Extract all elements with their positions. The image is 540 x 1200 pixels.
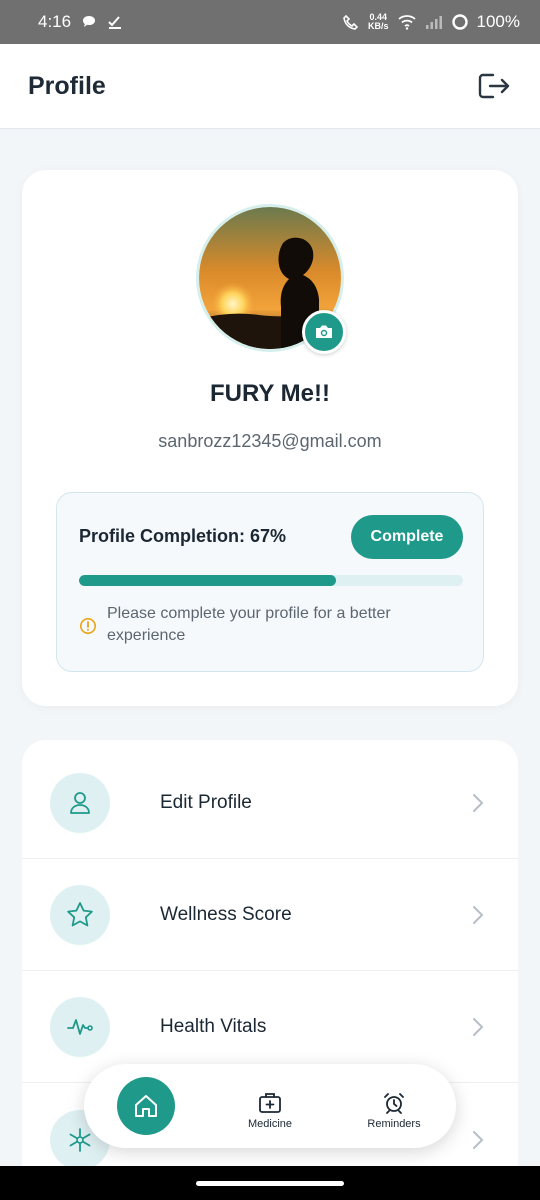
home-indicator[interactable]: [196, 1181, 344, 1186]
system-gesture-bar: [0, 1166, 540, 1200]
battery-percent: 100%: [476, 12, 520, 31]
menu-item-edit-profile[interactable]: Edit Profile: [22, 748, 518, 859]
change-photo-button[interactable]: [302, 310, 346, 354]
chevron-right-icon: [473, 794, 484, 812]
network-speed: 0.44 KB/s: [368, 12, 389, 31]
signal-icon: [425, 16, 442, 29]
nav-reminders-label: Reminders: [367, 1118, 421, 1130]
bottom-nav: Medicine Reminders: [84, 1064, 456, 1148]
nav-medicine-label: Medicine: [247, 1118, 293, 1130]
profile-completion-box: Profile Completion: 67% Complete Please …: [56, 492, 484, 672]
battery-ring-icon: [451, 14, 468, 30]
profile-completion-progress: [79, 575, 463, 586]
page-title: Profile: [28, 71, 106, 100]
camera-icon: [316, 325, 332, 338]
nav-reminders[interactable]: Reminders: [349, 1092, 439, 1130]
menu-item-label: Wellness Score: [160, 904, 292, 925]
menu-item-wellness-score[interactable]: Wellness Score: [22, 860, 518, 971]
star-icon: [67, 902, 93, 927]
medicine-kit-icon: [259, 1093, 281, 1113]
alarm-clock-icon: [384, 1093, 404, 1114]
logout-icon: [478, 73, 510, 99]
complete-profile-button[interactable]: Complete: [351, 515, 463, 559]
user-icon: [70, 792, 90, 814]
status-time: 4:16: [38, 12, 72, 31]
user-name: FURY Me!!: [210, 380, 330, 407]
chevron-right-icon: [473, 906, 484, 924]
menu-item-label: Edit Profile: [160, 792, 252, 813]
completion-hint: Please complete your profile for a bette…: [107, 605, 391, 644]
home-icon: [135, 1095, 157, 1117]
nav-home-button[interactable]: [117, 1077, 175, 1135]
chat-bubble-icon: [83, 16, 96, 27]
app-header: Profile: [0, 44, 540, 129]
user-email: sanbrozz12345@gmail.com: [158, 431, 382, 451]
nav-medicine[interactable]: Medicine: [225, 1092, 315, 1130]
menu-item-label: Health Vitals: [160, 1016, 267, 1037]
chevron-right-icon: [473, 1130, 484, 1149]
checkmark-icon: [108, 16, 122, 29]
logout-button[interactable]: [476, 68, 512, 104]
wifi-icon: [397, 15, 416, 30]
wifi-call-icon: [343, 14, 359, 30]
warning-icon: [80, 618, 96, 634]
chevron-right-icon: [473, 1018, 484, 1036]
profile-completion-label: Profile Completion: 67%: [79, 526, 287, 546]
heartbeat-icon: [67, 1019, 93, 1035]
progress-fill: [79, 575, 337, 586]
profile-card: FURY Me!! sanbrozz12345@gmail.com Profil…: [22, 170, 518, 706]
status-bar: 4:16 0.44 KB/s 100%: [0, 0, 540, 44]
